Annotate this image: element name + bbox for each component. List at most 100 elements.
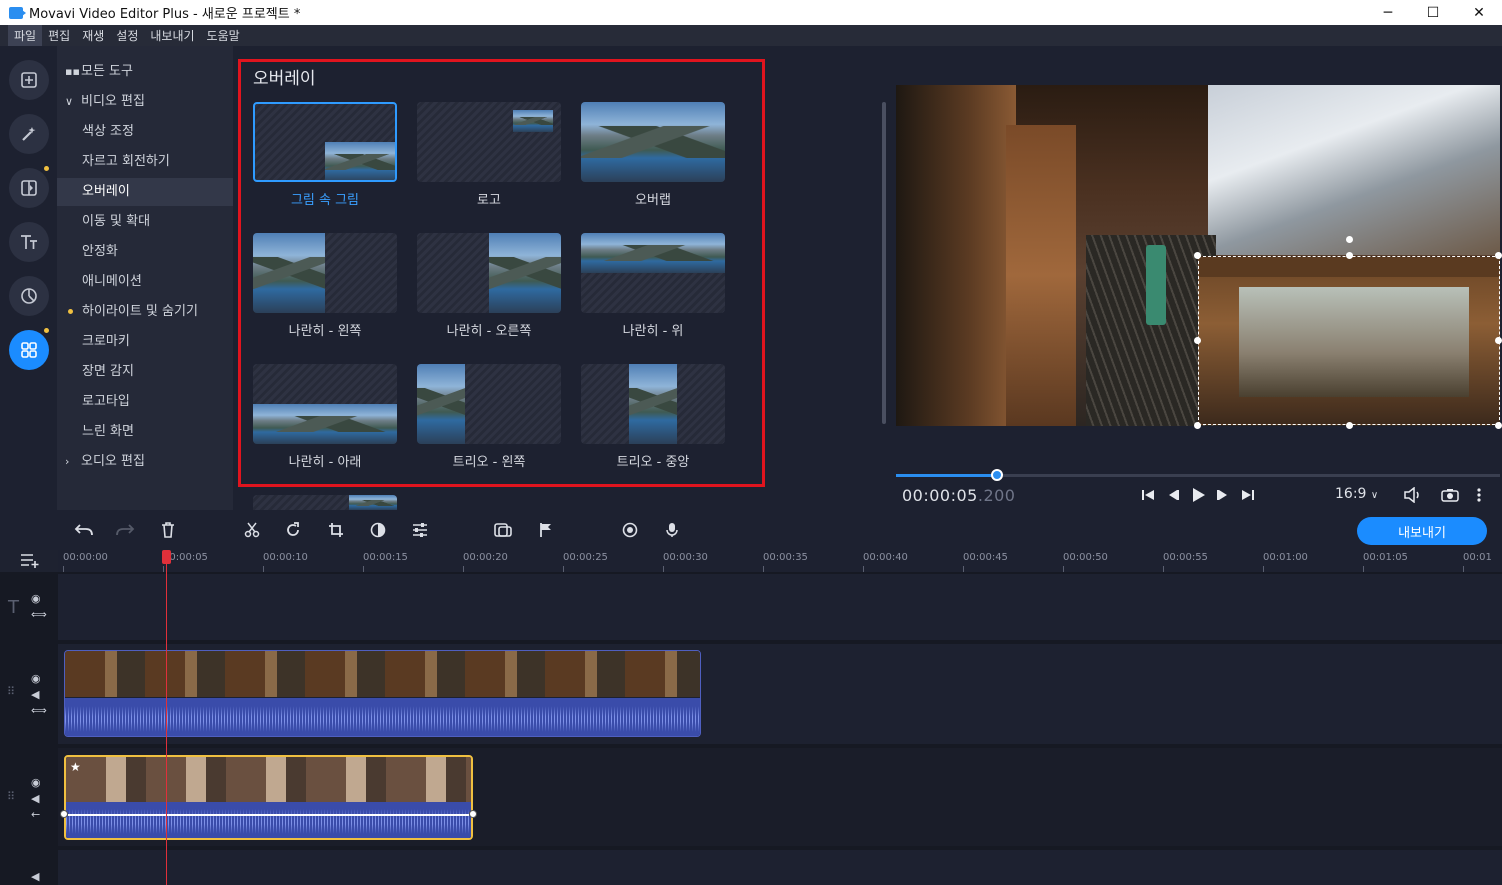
timecode: 00:00:05.200 xyxy=(902,486,1015,505)
skip-end-icon[interactable] xyxy=(1239,486,1257,504)
main-video-clip[interactable] xyxy=(64,650,701,737)
seek-knob[interactable] xyxy=(991,469,1003,481)
overlay-video-clip[interactable]: ★ xyxy=(64,755,473,840)
import-icon[interactable] xyxy=(9,60,49,100)
resize-handle[interactable] xyxy=(1194,252,1201,259)
tool-color-adjust[interactable]: 색상 조정 xyxy=(57,118,233,146)
resize-handle[interactable] xyxy=(1495,337,1502,344)
audio-edit-group[interactable]: › 오디오 편집 xyxy=(57,448,233,476)
tool-crop-rotate[interactable]: 자르고 회전하기 xyxy=(57,148,233,176)
stickers-icon[interactable] xyxy=(9,276,49,316)
more-tools-icon[interactable] xyxy=(9,330,49,370)
volume-icon[interactable] xyxy=(1402,486,1424,504)
eye-icon[interactable]: ◉ xyxy=(31,672,41,685)
chevron-right-icon: › xyxy=(65,455,70,468)
eye-icon[interactable]: ◉ xyxy=(31,592,41,605)
record-screen-icon[interactable] xyxy=(620,520,640,540)
aspect-ratio-select[interactable]: 16:9 ∨ xyxy=(1335,486,1378,502)
drag-handle-icon[interactable]: ⠿ xyxy=(7,685,15,698)
resize-handle[interactable] xyxy=(1194,422,1201,429)
ruler-tick-label: 00:00:30 xyxy=(663,552,708,563)
maximize-button[interactable]: ☐ xyxy=(1410,0,1456,25)
tool-pan-zoom[interactable]: 이동 및 확대 xyxy=(57,208,233,236)
volume-keyframe[interactable] xyxy=(469,810,477,818)
cut-icon[interactable] xyxy=(242,520,262,540)
menu-settings[interactable]: 설정 xyxy=(110,25,144,46)
volume-line[interactable] xyxy=(68,814,469,816)
tool-highlight-conceal[interactable]: 하이라이트 및 숨기기 xyxy=(57,298,233,326)
ruler-tick-label: 00:00:15 xyxy=(363,552,408,563)
pip-overlay-frame[interactable] xyxy=(1198,256,1500,425)
timecode-main: 00:00:05 xyxy=(902,486,978,505)
transition-wizard-icon[interactable] xyxy=(493,520,513,540)
speaker-icon[interactable]: ◀ xyxy=(31,688,39,701)
marker-flag-icon[interactable] xyxy=(536,520,556,540)
menu-file[interactable]: 파일 xyxy=(8,25,43,46)
skip-start-icon[interactable] xyxy=(1139,486,1157,504)
ruler-tick-label: 00:00:55 xyxy=(1163,552,1208,563)
menu-bar: 파일 편집 재생 설정 내보내기 도움말 xyxy=(0,25,1502,46)
play-icon[interactable] xyxy=(1189,486,1207,504)
speaker-icon[interactable]: ◀ xyxy=(31,870,39,883)
pip-scene-rail xyxy=(1199,257,1499,277)
clip-audio-waveform xyxy=(66,802,471,838)
color-adjust-icon[interactable] xyxy=(368,520,388,540)
drag-handle-icon[interactable]: ⠿ xyxy=(7,790,15,803)
tool-animation[interactable]: 애니메이션 xyxy=(57,268,233,296)
link-icon[interactable]: ⟺ xyxy=(31,704,47,717)
more-options-icon[interactable] xyxy=(1472,486,1486,504)
tool-chroma-key[interactable]: 크로마키 xyxy=(57,328,233,356)
volume-keyframe[interactable] xyxy=(60,810,68,818)
tools-list: ▪▪ 모든 도구 ∨ 비디오 편집 색상 조정 자르고 회전하기 오버레이 이동 및… xyxy=(57,46,233,510)
app-logo-icon xyxy=(9,6,26,19)
rotate-icon[interactable] xyxy=(283,520,303,540)
minimize-button[interactable]: ─ xyxy=(1365,0,1411,25)
playhead-knob[interactable] xyxy=(162,550,171,564)
export-button[interactable]: 내보내기 xyxy=(1357,517,1487,545)
tool-stabilize[interactable]: 안정화 xyxy=(57,238,233,266)
delete-icon[interactable] xyxy=(158,520,178,540)
tool-rail xyxy=(0,46,57,510)
ruler-tick-label: 00:01 xyxy=(1463,552,1492,563)
clip-properties-icon[interactable] xyxy=(410,520,430,540)
transitions-icon[interactable] xyxy=(9,168,49,208)
titles-icon[interactable] xyxy=(9,222,49,262)
resize-handle[interactable] xyxy=(1346,422,1353,429)
tool-overlay[interactable]: 오버레이 xyxy=(57,178,233,206)
menu-playback[interactable]: 재생 xyxy=(76,25,110,46)
magic-wand-icon[interactable] xyxy=(9,114,49,154)
resize-handle[interactable] xyxy=(1194,337,1201,344)
scene-rail-post xyxy=(1006,125,1076,426)
resize-handle[interactable] xyxy=(1495,252,1502,259)
window-title: Movavi Video Editor Plus - 새로운 프로젝트 * xyxy=(29,7,301,22)
tool-logo[interactable]: 로고타입 xyxy=(57,388,233,416)
video-edit-group[interactable]: ∨ 비디오 편집 xyxy=(57,88,233,116)
tool-slow-motion[interactable]: 느린 화면 xyxy=(57,418,233,446)
resize-handle[interactable] xyxy=(1346,252,1353,259)
timecode-ms: .200 xyxy=(977,486,1016,505)
undo-icon[interactable] xyxy=(74,520,94,540)
crop-icon[interactable] xyxy=(326,520,346,540)
menu-export[interactable]: 내보내기 xyxy=(144,25,200,46)
speaker-icon[interactable]: ◀ xyxy=(31,792,39,805)
redo-icon[interactable] xyxy=(115,520,135,540)
link-icon[interactable]: ⟺ xyxy=(31,608,47,621)
add-track-icon[interactable] xyxy=(20,550,40,570)
all-tools-item[interactable]: ▪▪ 모든 도구 xyxy=(57,58,233,86)
menu-edit[interactable]: 편집 xyxy=(42,25,76,46)
arrow-left-icon[interactable]: ← xyxy=(31,808,40,821)
close-button[interactable]: ✕ xyxy=(1456,0,1502,25)
overlay-option-partial[interactable] xyxy=(253,495,397,510)
tool-scene-detect[interactable]: 장면 감지 xyxy=(57,358,233,386)
resize-handle[interactable] xyxy=(1495,422,1502,429)
eye-icon[interactable]: ◉ xyxy=(31,776,41,789)
prev-frame-icon[interactable] xyxy=(1164,486,1182,504)
scene-snow-mountain xyxy=(1208,85,1500,255)
next-frame-icon[interactable] xyxy=(1214,486,1232,504)
microphone-icon[interactable] xyxy=(662,520,682,540)
panel-scrollbar[interactable] xyxy=(882,102,886,424)
playhead[interactable] xyxy=(166,552,167,885)
snapshot-icon[interactable] xyxy=(1440,486,1460,504)
resize-handle[interactable] xyxy=(1346,236,1353,243)
menu-help[interactable]: 도움말 xyxy=(201,25,246,46)
